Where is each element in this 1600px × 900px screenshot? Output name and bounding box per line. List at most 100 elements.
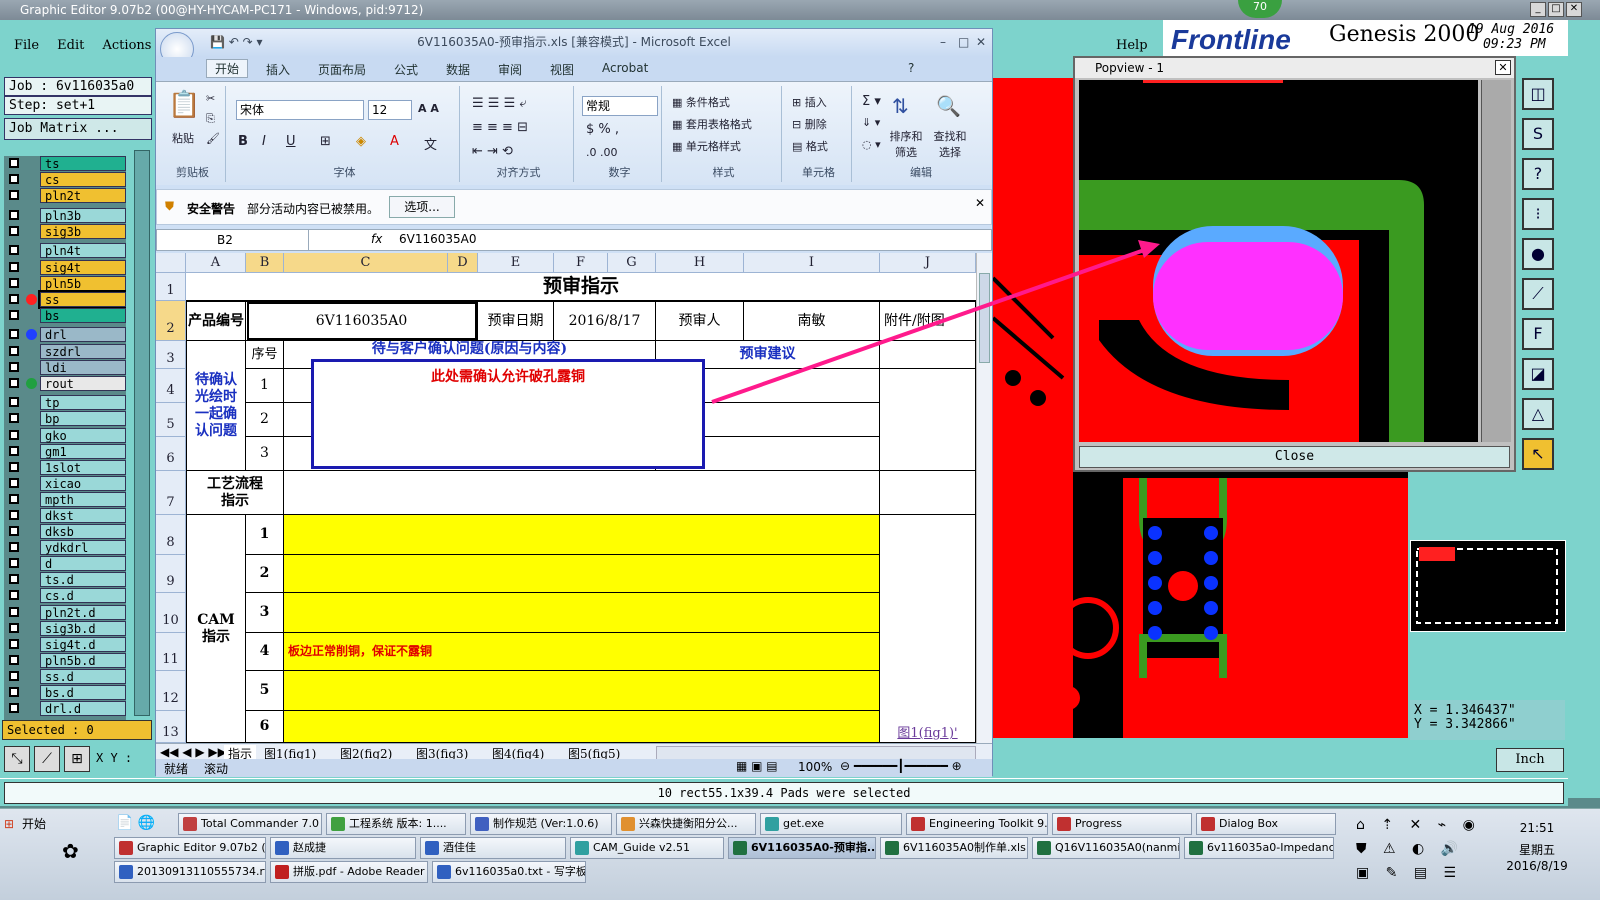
col-header-i[interactable]: I: [744, 253, 880, 273]
layer-checkbox[interactable]: [9, 413, 19, 424]
layer-row[interactable]: cs: [4, 172, 126, 188]
layer-name[interactable]: dkst: [40, 507, 126, 523]
excel-close-icon[interactable]: ✕: [976, 29, 986, 55]
row-header-1[interactable]: 1: [156, 273, 186, 301]
attach-cell-3[interactable]: [880, 341, 976, 369]
task-xingsen[interactable]: 兴森快捷衡阳分公...: [616, 813, 756, 835]
cam-seq-cell[interactable]: 3: [246, 593, 284, 633]
layer-row[interactable]: gm1: [4, 443, 126, 460]
task-dialog-box[interactable]: Dialog Box: [1196, 813, 1336, 835]
task-spec[interactable]: 制作规范 (Ver:1.0.6): [470, 813, 612, 835]
find-icon[interactable]: 🔍: [936, 94, 961, 118]
cam-note-cell[interactable]: [284, 515, 880, 555]
layer-row[interactable]: bs: [4, 307, 126, 324]
font-name-select[interactable]: 宋体: [236, 100, 364, 120]
col-header-g[interactable]: G: [608, 253, 656, 273]
layer-name[interactable]: dksb: [40, 524, 126, 540]
find-select-button[interactable]: 查找和选择: [930, 128, 970, 160]
layer-checkbox[interactable]: [9, 703, 19, 714]
horizontal-scrollbar[interactable]: [656, 746, 976, 760]
shape-tool-icon[interactable]: ◪: [1522, 358, 1554, 390]
attach-cell[interactable]: [880, 369, 976, 471]
job-matrix-button[interactable]: Job Matrix ...: [4, 118, 152, 140]
pad-tool-icon[interactable]: ●: [1522, 238, 1554, 270]
cam-note-cell[interactable]: 板边正常削铜，保证不露铜: [284, 633, 880, 671]
col-header-f[interactable]: F: [554, 253, 608, 273]
layer-name[interactable]: cs: [40, 172, 126, 188]
windows-orb-icon[interactable]: ✿: [62, 839, 79, 863]
layer-name[interactable]: gm1: [40, 443, 126, 459]
layer-name[interactable]: ss.d: [40, 668, 126, 684]
layer-checkbox[interactable]: [9, 329, 19, 340]
units-button[interactable]: Inch: [1496, 748, 1564, 772]
dim-tool-icon[interactable]: △: [1522, 398, 1554, 430]
layer-checkbox[interactable]: [9, 445, 19, 456]
layer-checkbox[interactable]: [9, 493, 19, 504]
layer-name[interactable]: pln2t: [40, 188, 126, 204]
seq-cell[interactable]: 1: [246, 369, 284, 403]
layer-checkbox[interactable]: [9, 377, 19, 388]
layer-name[interactable]: ss: [38, 289, 126, 309]
clock-date[interactable]: 2016/8/19: [1502, 859, 1572, 873]
layer-checkbox[interactable]: [9, 309, 19, 320]
sort-filter-button[interactable]: 排序和筛选: [886, 128, 926, 160]
delete-cells-button[interactable]: ⊟ 删除: [792, 116, 827, 132]
task-graphic-editor[interactable]: Graphic Editor 9.07b2 (...: [114, 837, 266, 859]
row-header-3[interactable]: 3: [156, 341, 186, 369]
layer-name[interactable]: mpth: [40, 491, 126, 507]
layer-checkbox[interactable]: [9, 361, 19, 372]
clear-icon[interactable]: ◌ ▾: [862, 138, 881, 151]
layer-row[interactable]: bp: [4, 411, 126, 427]
tab-page-layout[interactable]: 页面布局: [318, 61, 366, 78]
task-engineering-toolkit[interactable]: Engineering Toolkit 9....: [906, 813, 1048, 835]
paste-label[interactable]: 粘贴: [172, 130, 194, 146]
layer-checkbox[interactable]: [9, 477, 19, 488]
cam-seq-cell[interactable]: 1: [246, 515, 284, 555]
layer-name[interactable]: ydkdrl: [40, 540, 126, 556]
layer-row[interactable]: 1slot: [4, 459, 126, 476]
vertical-scrollbar[interactable]: [976, 253, 992, 743]
tab-formulas[interactable]: 公式: [394, 61, 418, 78]
tray-icons-3[interactable]: ▣ ✎ ▤ ☰: [1356, 865, 1462, 881]
layer-row[interactable]: ss: [4, 289, 126, 309]
layer-row[interactable]: pln2t.d: [4, 604, 126, 621]
layer-name[interactable]: ldi: [40, 359, 126, 375]
quick-access-icons[interactable]: 💾 ↶ ↷ ▾: [210, 29, 263, 55]
menu-edit[interactable]: Edit: [57, 38, 84, 53]
layer-row[interactable]: pln2t: [4, 188, 126, 204]
layer-row[interactable]: tp: [4, 395, 126, 411]
layer-checkbox[interactable]: [9, 293, 19, 304]
seq-cell[interactable]: 2: [246, 403, 284, 437]
clock-time[interactable]: 21:51: [1502, 821, 1572, 835]
task-jiu[interactable]: 酒佳佳: [420, 837, 566, 859]
layer-checkbox[interactable]: [9, 209, 19, 220]
seq-cell[interactable]: 3: [246, 437, 284, 471]
layer-checkbox[interactable]: [9, 590, 19, 601]
border-icon[interactable]: ⊞: [320, 134, 331, 149]
task-cam-guide[interactable]: CAM_Guide v2.51: [570, 837, 724, 859]
task-engineering-system[interactable]: 工程系统 版本: 1....: [326, 813, 466, 835]
layer-name[interactable]: tp: [40, 395, 126, 411]
cam-label-cell[interactable]: CAM指示: [186, 515, 246, 743]
select-all-corner[interactable]: [156, 253, 186, 273]
line-tool-icon[interactable]: ⟋: [1522, 278, 1554, 310]
name-box[interactable]: B2: [157, 230, 309, 250]
tray-icons[interactable]: ⌂ ⇡ ✕ ⌁ ◉: [1356, 817, 1481, 833]
layer-row[interactable]: cs.d: [4, 588, 126, 604]
popview-scrollbar[interactable]: [1481, 80, 1511, 442]
layer-row[interactable]: ts: [4, 156, 126, 172]
layer-checkbox[interactable]: [9, 190, 19, 201]
fill-icon[interactable]: ⇓ ▾: [862, 116, 880, 129]
cam-seq-cell[interactable]: 5: [246, 671, 284, 711]
tray-icons-2[interactable]: ⛊ ⚠ ◐ 🔊: [1356, 841, 1464, 857]
confirm-label-cell[interactable]: 待确认光绘时一起确认问题: [186, 341, 246, 471]
cam-seq-cell[interactable]: 2: [246, 555, 284, 593]
layer-checkbox[interactable]: [9, 654, 19, 665]
attachment-label-cell[interactable]: 附件/附图: [880, 301, 976, 341]
row-header-9[interactable]: 9: [156, 555, 186, 593]
col-header-a[interactable]: A: [186, 253, 246, 273]
tab-review[interactable]: 审阅: [498, 61, 522, 78]
layer-checkbox[interactable]: [9, 509, 19, 520]
task-progress[interactable]: Progress: [1052, 813, 1192, 835]
layer-checkbox[interactable]: [9, 429, 19, 440]
